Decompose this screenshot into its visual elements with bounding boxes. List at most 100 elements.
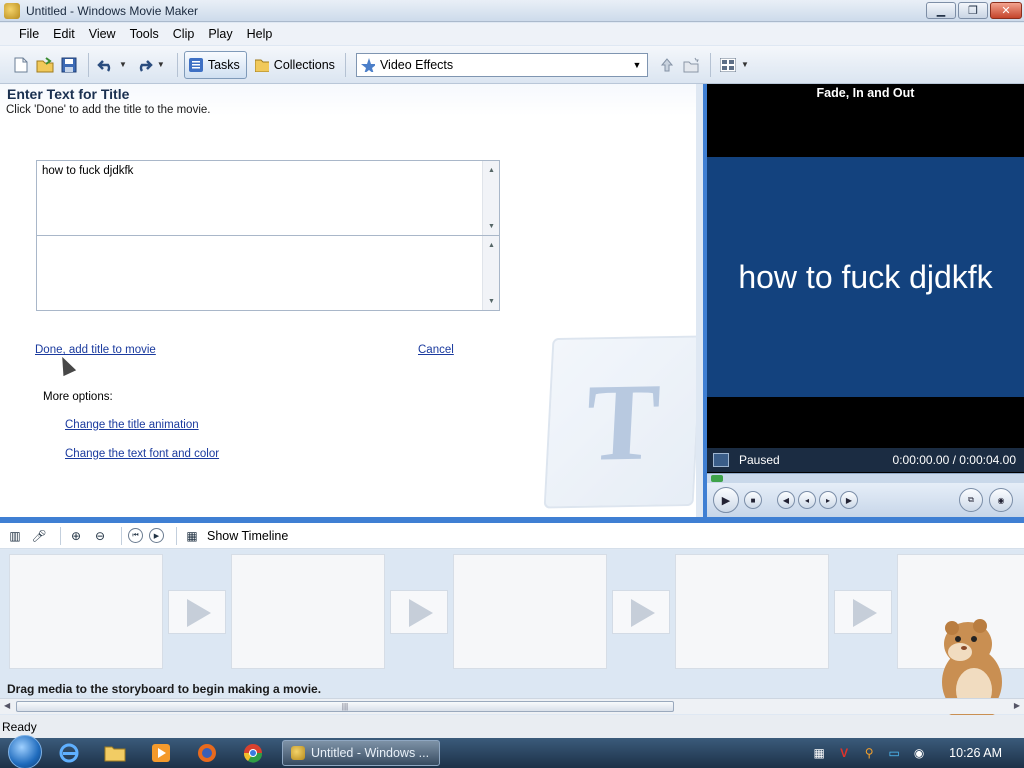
previous-frame-icon[interactable]: ◀ — [777, 491, 795, 509]
timeline-icon[interactable]: ▦ — [183, 527, 201, 545]
storyboard-frame[interactable] — [453, 554, 607, 669]
save-icon[interactable] — [58, 54, 80, 76]
status-text: Ready — [2, 720, 37, 734]
menu-help[interactable]: Help — [240, 27, 280, 41]
collection-dropdown[interactable]: Video Effects ▼ — [355, 52, 648, 77]
storyboard[interactable]: Drag media to the storyboard to begin ma… — [0, 550, 1024, 698]
scroll-down-icon[interactable]: ▼ — [483, 294, 500, 308]
transition-slot[interactable] — [390, 590, 448, 634]
transition-slot[interactable] — [612, 590, 670, 634]
system-tray: ▦ V ⚲ ▭ ◉ 10:26 AM — [802, 738, 1024, 768]
zoom-in-icon[interactable]: ⊕ — [67, 527, 85, 545]
taskbar-window-button[interactable]: Untitled - Windows ... — [282, 740, 440, 766]
scroll-up-icon[interactable]: ▲ — [483, 238, 500, 252]
storyboard-frame[interactable] — [9, 554, 163, 669]
storyboard-frame[interactable] — [231, 554, 385, 669]
movie-maker-icon — [4, 2, 20, 19]
taskbar: Untitled - Windows ... ▦ V ⚲ ▭ ◉ 10:26 A… — [0, 735, 1024, 768]
playback-time: 0:00:00.00 / 0:00:04.00 — [892, 453, 1016, 467]
internet-explorer-icon[interactable] — [56, 742, 82, 764]
transition-slot[interactable] — [168, 590, 226, 634]
network-icon[interactable]: ▦ — [811, 745, 827, 761]
take-picture-icon[interactable]: ◉ — [989, 488, 1013, 512]
play-icon[interactable]: ▶ — [713, 487, 739, 513]
volume-icon[interactable]: ◉ — [911, 745, 927, 761]
undo-icon[interactable] — [95, 54, 117, 76]
preview-status-bar: Paused 0:00:00.00 / 0:00:04.00 — [707, 448, 1024, 472]
redo-icon[interactable] — [133, 54, 155, 76]
stop-icon[interactable]: ■ — [744, 491, 762, 509]
seek-bar[interactable] — [707, 473, 1024, 483]
firefox-icon[interactable] — [194, 742, 220, 764]
menu-play[interactable]: Play — [201, 27, 239, 41]
toolbar-separator — [60, 526, 61, 545]
storyboard-hint: Drag media to the storyboard to begin ma… — [7, 682, 322, 696]
menu-bar: File Edit View Tools Clip Play Help — [0, 23, 1024, 45]
scroll-left-icon[interactable]: ◀ — [4, 701, 10, 710]
title-task-pane: Enter Text for Title Click 'Done' to add… — [0, 84, 696, 517]
cancel-link[interactable]: Cancel — [418, 344, 454, 356]
toolbar-separator — [176, 526, 177, 545]
clock[interactable]: 10:26 AM — [949, 746, 1002, 760]
back-icon[interactable]: ◂ — [798, 491, 816, 509]
narrate-icon[interactable]: ▥ — [6, 527, 24, 545]
change-font-color-link[interactable]: Change the text font and color — [65, 448, 219, 460]
next-frame-icon[interactable]: ▶ — [840, 491, 858, 509]
menu-file[interactable]: File — [12, 27, 46, 41]
change-title-animation-link[interactable]: Change the title animation — [65, 419, 199, 431]
menu-edit[interactable]: Edit — [46, 27, 82, 41]
views-dropdown-icon[interactable]: ▼ — [741, 60, 749, 69]
subtitle-text-input[interactable]: ▲ ▼ — [36, 235, 500, 311]
scrollbar-thumb[interactable]: ||| — [16, 701, 674, 712]
up-one-level-icon[interactable] — [656, 54, 678, 76]
menu-view[interactable]: View — [82, 27, 123, 41]
storyboard-frame[interactable] — [675, 554, 829, 669]
chrome-icon[interactable] — [240, 742, 266, 764]
tasks-icon — [188, 57, 203, 72]
open-project-icon[interactable] — [34, 54, 56, 76]
maximize-button[interactable]: ❐ — [958, 2, 988, 19]
preview-effect-title: Fade, In and Out — [816, 86, 915, 100]
title-text-input[interactable]: how to fuck djdkfk ▲ ▼ — [36, 160, 500, 236]
antivirus-icon[interactable]: V — [836, 745, 852, 761]
split-clip-icon[interactable]: ⧉ — [959, 488, 983, 512]
close-button[interactable]: ✕ — [990, 2, 1022, 19]
menu-tools[interactable]: Tools — [123, 27, 166, 41]
new-project-icon[interactable] — [10, 54, 32, 76]
start-button[interactable] — [8, 735, 42, 768]
explorer-folder-icon[interactable] — [102, 742, 128, 764]
chevron-down-icon: ▼ — [632, 59, 642, 70]
views-icon[interactable] — [717, 54, 739, 76]
storyboard-scrollbar[interactable]: ◀ ||| ▶ — [0, 698, 1024, 714]
toolbar-separator — [709, 52, 711, 77]
scroll-right-icon[interactable]: ▶ — [1014, 701, 1020, 710]
tasks-button[interactable]: Tasks — [183, 50, 247, 79]
title-watermark-icon: T — [543, 335, 696, 509]
transition-slot[interactable] — [834, 590, 892, 634]
done-add-title-link[interactable]: Done, add title to movie — [35, 344, 156, 356]
seek-thumb[interactable] — [711, 475, 723, 482]
play-storyboard-icon[interactable]: ▶ — [149, 528, 164, 543]
collections-button[interactable]: Collections — [251, 51, 339, 79]
preview-title-text: how to fuck djdkfk — [738, 259, 993, 295]
forward-icon[interactable]: ▸ — [819, 491, 837, 509]
show-timeline-button[interactable]: Show Timeline — [207, 529, 288, 543]
search-icon[interactable]: ⚲ — [861, 745, 877, 761]
microphone-icon[interactable]: 🎤︎ — [30, 527, 48, 545]
toolbar-separator — [121, 526, 122, 545]
menu-clip[interactable]: Clip — [166, 27, 202, 41]
display-icon[interactable]: ▭ — [886, 745, 902, 761]
toolbar-separator — [88, 52, 89, 77]
window-title: Untitled - Windows Movie Maker — [26, 3, 199, 18]
rewind-storyboard-icon[interactable]: ⏮︎ — [128, 528, 143, 543]
title-text-scrollbar[interactable]: ▲ ▼ — [482, 161, 499, 235]
subtitle-text-scrollbar[interactable]: ▲ ▼ — [482, 236, 499, 310]
scroll-up-icon[interactable]: ▲ — [483, 163, 500, 177]
zoom-out-icon[interactable]: ⊖ — [91, 527, 109, 545]
undo-dropdown-icon[interactable]: ▼ — [119, 60, 127, 69]
scroll-down-icon[interactable]: ▼ — [483, 219, 500, 233]
new-folder-icon[interactable] — [680, 54, 702, 76]
media-player-icon[interactable] — [148, 742, 174, 764]
redo-dropdown-icon[interactable]: ▼ — [157, 60, 165, 69]
minimize-button[interactable]: ▁ — [926, 2, 956, 19]
